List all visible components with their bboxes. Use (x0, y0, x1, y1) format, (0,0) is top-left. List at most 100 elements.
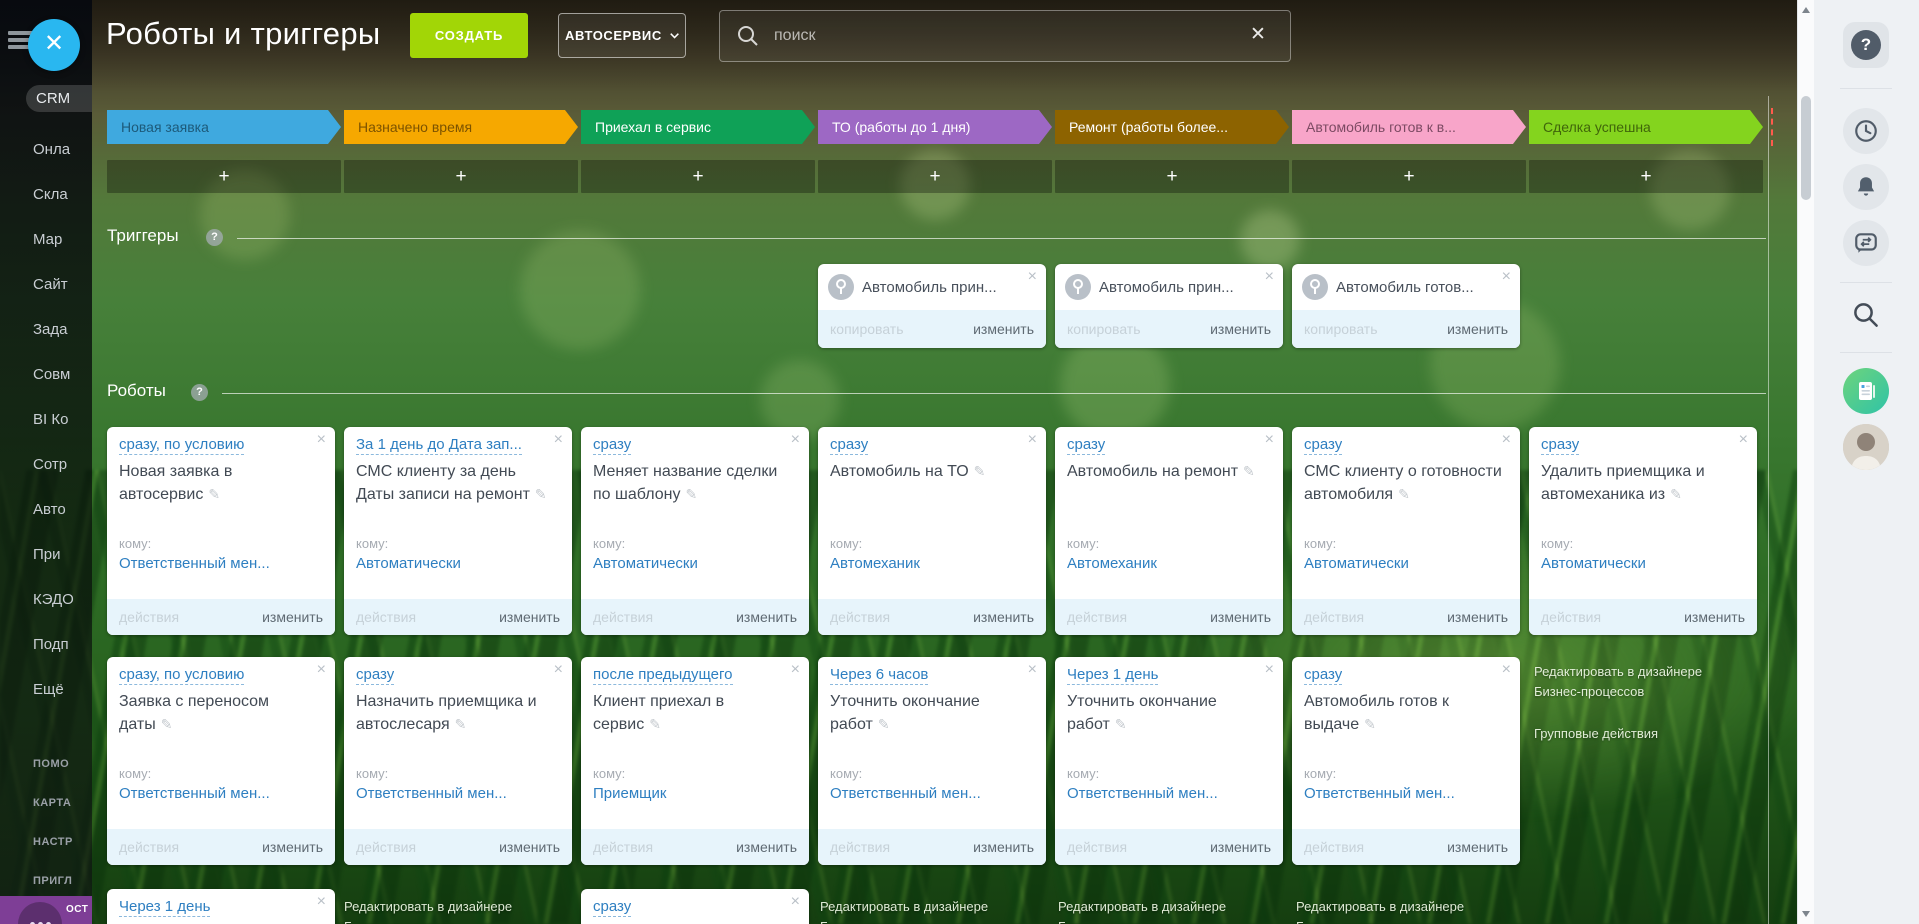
robot-assignee-link[interactable]: Ответственный мен... (830, 785, 1032, 802)
close-icon[interactable]: × (1502, 268, 1511, 286)
rail-search-button[interactable] (1843, 292, 1889, 338)
sidebar-item-automation[interactable]: Авто (33, 501, 92, 518)
add-robot-button[interactable]: + (581, 160, 815, 193)
robot-card[interactable]: сразу × Автомобиль на ТО ✎ кому: Автомеха… (818, 427, 1046, 635)
search-clear-icon[interactable]: ✕ (1250, 23, 1266, 46)
robot-edit-link[interactable]: изменить (1447, 839, 1508, 855)
sidebar-item-collab[interactable]: Совм (33, 366, 92, 383)
search-input[interactable] (772, 11, 1216, 61)
sidebar-item-online[interactable]: Онла (33, 141, 92, 158)
messenger-button[interactable] (1843, 220, 1889, 266)
designer-edit-link[interactable]: Редактировать в дизайнере Бизнес-процесс… (1058, 897, 1272, 924)
news-feed-button[interactable] (1843, 368, 1889, 414)
robot-edit-link[interactable]: изменить (499, 839, 560, 855)
robot-actions-link[interactable]: действия (1067, 609, 1127, 625)
robot-actions-link[interactable]: действия (593, 609, 653, 625)
robot-actions-link[interactable]: действия (356, 839, 416, 855)
add-robot-button[interactable]: + (1055, 160, 1289, 193)
notifications-button[interactable] (1843, 164, 1889, 210)
sidebar-item-more[interactable]: Ещё (33, 681, 92, 698)
robot-actions-link[interactable]: действия (119, 839, 179, 855)
edit-pencil-icon[interactable]: ✎ (208, 486, 220, 502)
robot-card[interactable]: сразу × Удалить приемщика и автомеханика… (1529, 427, 1757, 635)
robot-edit-link[interactable]: изменить (262, 839, 323, 855)
robot-assignee-link[interactable]: Ответственный мен... (1067, 785, 1269, 802)
scroll-down-arrow-icon[interactable] (1802, 911, 1810, 917)
robot-when-link[interactable]: после предыдущего (593, 666, 733, 685)
robot-when-link[interactable]: сразу (593, 436, 632, 455)
robot-when-link[interactable]: сразу (1541, 436, 1580, 455)
robot-when-link[interactable]: сразу (830, 436, 869, 455)
robot-card[interactable]: Через 1 день × (107, 889, 335, 924)
trigger-card[interactable]: Автомобиль прин... × копировать изменить (818, 264, 1046, 348)
robot-actions-link[interactable]: действия (1304, 839, 1364, 855)
scrollbar-thumb[interactable] (1801, 96, 1811, 200)
edit-pencil-icon[interactable]: ✎ (1670, 486, 1682, 502)
sidebar-item-bi[interactable]: BI Ко (33, 411, 92, 428)
close-icon[interactable]: × (1028, 268, 1037, 286)
edit-pencil-icon[interactable]: ✎ (535, 486, 547, 502)
stage-time-set[interactable]: Назначено время (344, 110, 578, 144)
stage-new-request[interactable]: Новая заявка (107, 110, 341, 144)
close-icon[interactable]: × (1502, 431, 1511, 449)
sidebar-bottom-settings[interactable]: НАСТР (33, 836, 92, 848)
edit-pencil-icon[interactable]: ✎ (455, 716, 467, 732)
trigger-copy-link[interactable]: копировать (1304, 321, 1378, 337)
robot-edit-link[interactable]: изменить (1447, 609, 1508, 625)
robot-card[interactable]: сразу × СМС клиенту о готовности автомоб… (1292, 427, 1520, 635)
sidebar-item-crm[interactable]: CRM (26, 85, 92, 112)
sidebar-bottom-invite[interactable]: ПРИГЛ (33, 875, 92, 887)
sidebar-item-apps[interactable]: При (33, 546, 92, 563)
stage-repair[interactable]: Ремонт (работы более... (1055, 110, 1289, 144)
robot-assignee-link[interactable]: Приемщик (593, 785, 795, 802)
trigger-edit-link[interactable]: изменить (1210, 321, 1271, 337)
stage-deal-won[interactable]: Сделка успешна (1529, 110, 1763, 144)
close-icon[interactable]: × (791, 893, 800, 911)
add-robot-button[interactable]: + (107, 160, 341, 193)
robot-actions-link[interactable]: действия (830, 609, 890, 625)
robot-when-link[interactable]: сразу (1304, 666, 1343, 685)
robot-when-link[interactable]: Через 6 часов (830, 666, 929, 685)
edit-pencil-icon[interactable]: ✎ (1243, 463, 1255, 479)
help-button[interactable]: ? (1843, 22, 1889, 68)
create-button[interactable]: СОЗДАТЬ (410, 13, 528, 58)
pipeline-selector-button[interactable]: АВТОСЕРВИС (558, 13, 686, 58)
sidebar-item-tasks[interactable]: Зада (33, 321, 92, 338)
trigger-card[interactable]: Автомобиль готов... × копировать изменит… (1292, 264, 1520, 348)
scroll-up-arrow-icon[interactable] (1802, 7, 1810, 13)
robot-assignee-link[interactable]: Ответственный мен... (1304, 785, 1506, 802)
add-robot-button[interactable]: + (1529, 160, 1763, 193)
trigger-copy-link[interactable]: копировать (830, 321, 904, 337)
robots-help-icon[interactable]: ? (191, 384, 208, 401)
close-icon[interactable]: × (554, 661, 563, 679)
close-icon[interactable]: × (1028, 661, 1037, 679)
sidebar-bottom-sitemap[interactable]: КАРТА (33, 797, 92, 809)
edit-pencil-icon[interactable]: ✎ (649, 716, 661, 732)
designer-edit-link[interactable]: Редактировать в дизайнере Бизнес-процесс… (344, 897, 558, 924)
trigger-edit-link[interactable]: изменить (973, 321, 1034, 337)
sidebar-item-staff[interactable]: Сотр (33, 456, 92, 473)
robot-card[interactable]: сразу × Меняет название сделки по шаблон… (581, 427, 809, 635)
close-icon[interactable]: × (317, 431, 326, 449)
trigger-edit-link[interactable]: изменить (1447, 321, 1508, 337)
close-icon[interactable]: × (1028, 431, 1037, 449)
robot-card[interactable]: За 1 день до Дата зап... × СМС клиенту з… (344, 427, 572, 635)
robot-edit-link[interactable]: изменить (736, 609, 797, 625)
robot-when-link[interactable]: За 1 день до Дата зап... (356, 436, 522, 455)
close-icon[interactable]: × (1739, 431, 1748, 449)
edit-pencil-icon[interactable]: ✎ (161, 716, 173, 732)
robot-card[interactable]: Через 1 день × Уточнить окончание работ ✎… (1055, 657, 1283, 865)
add-robot-button[interactable]: + (344, 160, 578, 193)
add-robot-button[interactable]: + (818, 160, 1052, 193)
robot-assignee-link[interactable]: Автомеханик (1067, 555, 1269, 572)
trigger-copy-link[interactable]: копировать (1067, 321, 1141, 337)
sidebar-item-kedo[interactable]: КЭДО (33, 591, 92, 608)
edit-pencil-icon[interactable]: ✎ (685, 486, 697, 502)
slider-close-button[interactable]: ✕ (28, 19, 80, 71)
designer-edit-link[interactable]: Редактировать в дизайнере Бизнес-процесс… (1534, 662, 1748, 702)
robot-card[interactable]: сразу × (581, 889, 809, 924)
robot-assignee-link[interactable]: Ответственный мен... (119, 785, 321, 802)
vertical-scrollbar[interactable] (1797, 0, 1814, 924)
edit-pencil-icon[interactable]: ✎ (1398, 486, 1410, 502)
robot-actions-link[interactable]: действия (830, 839, 890, 855)
